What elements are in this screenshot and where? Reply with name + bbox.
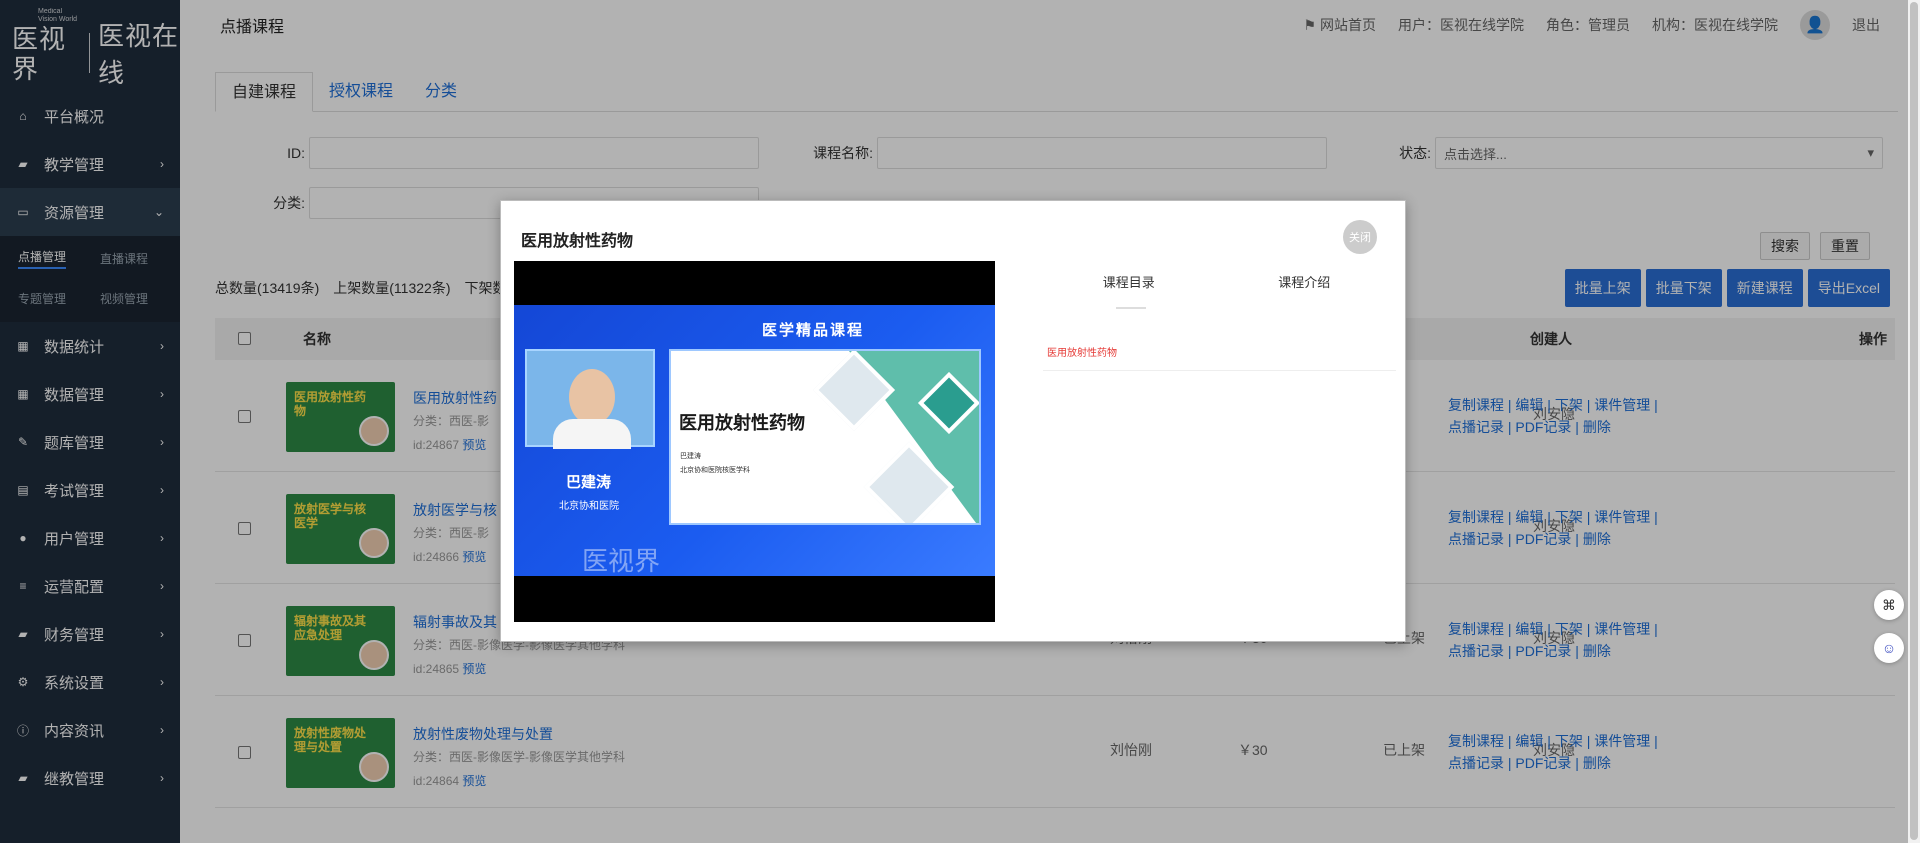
video-frame: 医学精品课程 巴建涛 北京协和医院 医视界 医用放射性药物 巴建涛 北京协和医院… (514, 305, 995, 576)
lecturer-photo (525, 349, 655, 449)
modal-tabs: 课程目录 课程介绍 (1041, 273, 1392, 309)
slide-card: 医用放射性药物 巴建涛 北京协和医院核医学科 (669, 349, 981, 525)
tab-intro[interactable]: 课程介绍 (1217, 273, 1393, 309)
play-icon[interactable] (750, 475, 762, 491)
close-button[interactable]: 关闭 (1343, 220, 1377, 254)
slide-watermark: 医视界 (582, 546, 661, 576)
chapter-item[interactable]: 医用放射性药物 (1043, 336, 1396, 371)
slide-course-title: 医用放射性药物 (679, 413, 805, 433)
video-player[interactable]: 医学精品课程 巴建涛 北京协和医院 医视界 医用放射性药物 巴建涛 北京协和医院… (514, 261, 995, 622)
slide-header: 医学精品课程 (762, 322, 865, 339)
modal-title: 医用放射性药物 (521, 233, 634, 250)
preview-modal: 医用放射性药物 关闭 医学精品课程 巴建涛 北京协和医院 医视界 医用放射性药物… (500, 200, 1406, 642)
grid-icon[interactable]: ⌘ (1874, 590, 1904, 620)
tab-catalog[interactable]: 课程目录 (1041, 273, 1217, 309)
slide-teacher: 巴建涛 (566, 474, 612, 491)
scrollbar[interactable] (1908, 0, 1920, 843)
chat-bot-icon[interactable]: ☺ (1874, 633, 1904, 663)
slide-hospital: 北京协和医院 (559, 501, 619, 512)
